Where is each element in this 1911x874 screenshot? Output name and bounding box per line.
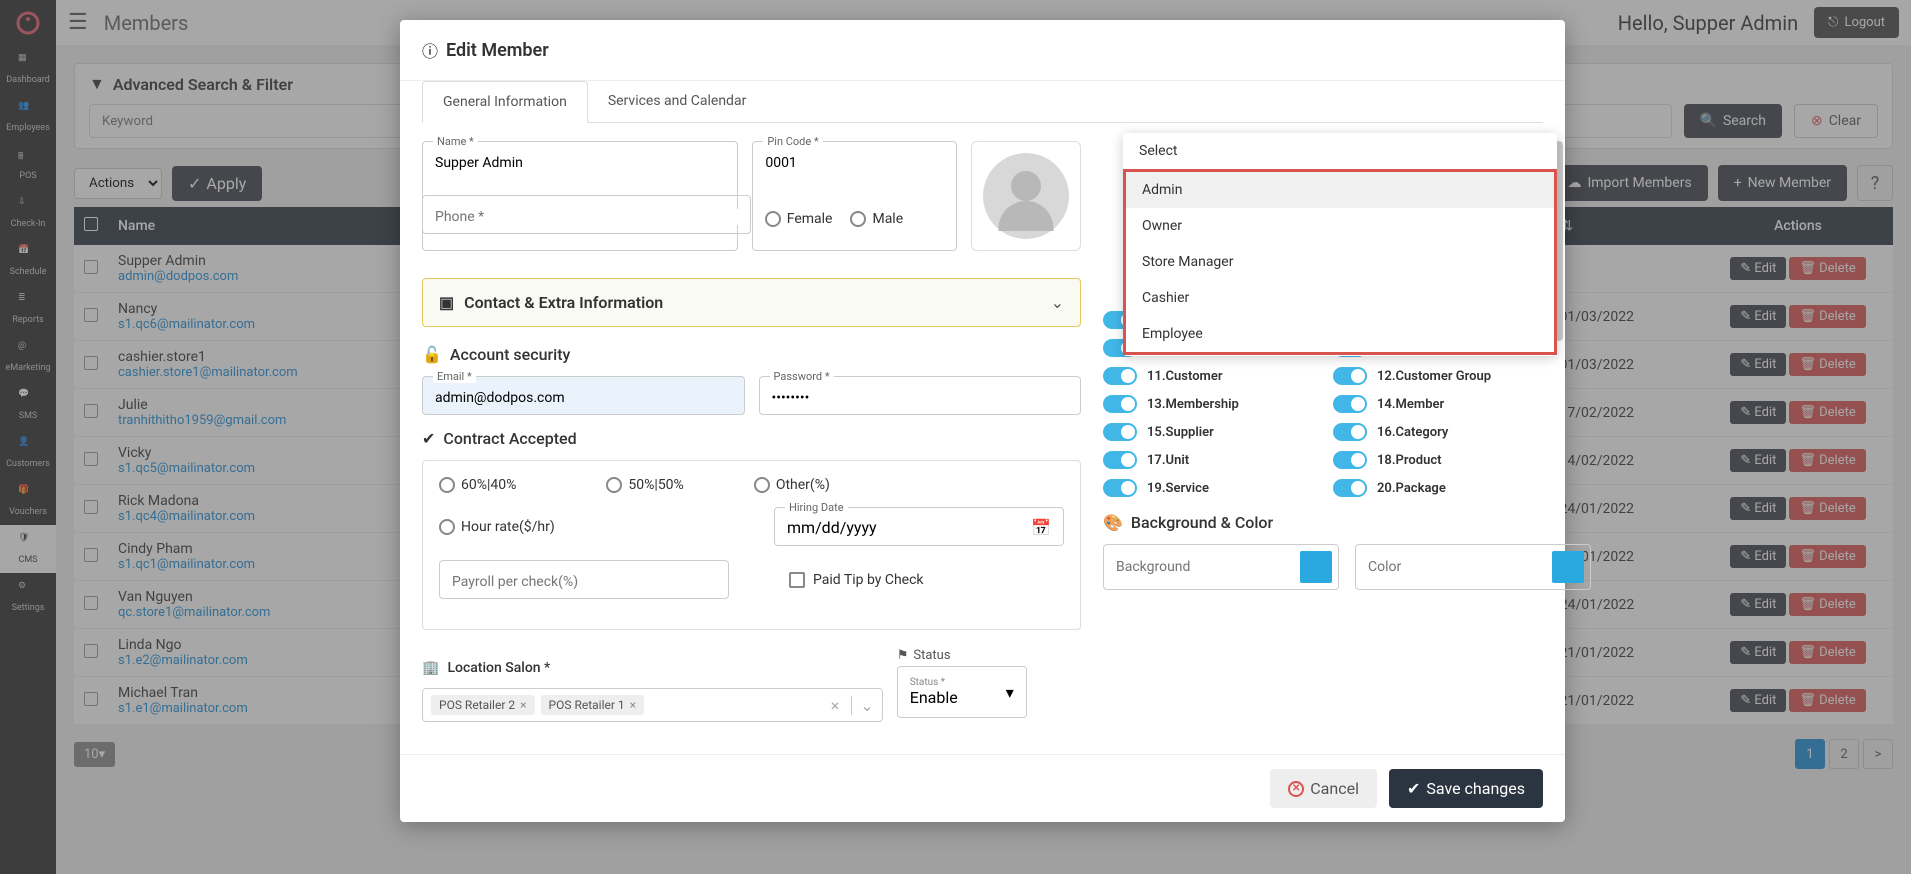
dropdown-option-owner[interactable]: Owner — [1126, 208, 1554, 244]
contract-other[interactable]: Other(%) — [754, 477, 830, 493]
flag-icon: ⚑ — [897, 648, 909, 663]
permission-toggle[interactable]: 15.Supplier — [1103, 423, 1313, 441]
toggle-icon[interactable] — [1103, 451, 1137, 469]
building-icon: 🏢 — [422, 660, 439, 676]
contract-60-40[interactable]: 60%|40% — [439, 477, 516, 493]
phone-input[interactable] — [435, 209, 738, 225]
toggle-icon[interactable] — [1333, 367, 1367, 385]
location-tag[interactable]: POS Retailer 2× — [431, 695, 535, 715]
pin-field[interactable]: Pin Code * — [752, 141, 957, 251]
chevron-down-icon[interactable]: ⌄ — [851, 696, 873, 715]
check-circle-icon: ✔ — [422, 429, 435, 448]
remove-tag-icon[interactable]: × — [520, 698, 526, 712]
permission-toggle[interactable]: 18.Product — [1333, 451, 1543, 469]
avatar-placeholder-icon — [983, 153, 1069, 239]
status-select[interactable]: Status * Enable ▾ — [897, 666, 1027, 718]
chevron-down-icon: ⌄ — [1051, 293, 1064, 312]
toggle-icon[interactable] — [1333, 479, 1367, 497]
info-icon: ⓘ — [422, 38, 438, 62]
pin-input[interactable] — [765, 155, 944, 171]
email-input[interactable] — [435, 390, 732, 406]
paid-tip-checkbox[interactable]: Paid Tip by Check — [789, 572, 924, 588]
password-field[interactable]: Password * — [759, 376, 1082, 415]
contract-heading: ✔Contract Accepted — [422, 429, 1081, 448]
remove-tag-icon[interactable]: × — [630, 698, 636, 712]
toggle-icon[interactable] — [1333, 451, 1367, 469]
status-heading: ⚑Status — [897, 648, 1081, 663]
contract-50-50[interactable]: 50%|50% — [606, 477, 683, 493]
cancel-icon: ✕ — [1288, 781, 1304, 797]
tab-general[interactable]: General Information — [422, 81, 588, 123]
permission-toggle[interactable]: 16.Category — [1333, 423, 1543, 441]
toggle-icon[interactable] — [1103, 479, 1137, 497]
toggle-icon[interactable] — [1333, 395, 1367, 413]
dropdown-option-employee[interactable]: Employee — [1126, 316, 1554, 352]
account-security-heading: 🔓Account security — [422, 345, 1081, 364]
modal-header: ⓘ Edit Member — [400, 20, 1565, 81]
permission-toggle[interactable]: 14.Member — [1333, 395, 1543, 413]
bg-color-heading: 🎨Background & Color — [1103, 513, 1543, 532]
save-button[interactable]: ✔Save changes — [1389, 769, 1543, 808]
color-input[interactable] — [1362, 559, 1552, 575]
location-label: 🏢Location Salon * — [422, 660, 883, 676]
dropdown-arrow-icon: ▾ — [1006, 683, 1014, 702]
location-select[interactable]: POS Retailer 2× POS Retailer 1× × ⌄ — [422, 688, 883, 722]
permission-dropdown: Select Admin Owner Store Manager Cashier… — [1123, 133, 1557, 356]
save-check-icon: ✔ — [1407, 779, 1420, 798]
contact-icon: ▣ — [439, 293, 454, 312]
payroll-input[interactable] — [452, 574, 716, 590]
modal-footer: ✕Cancel ✔Save changes — [400, 754, 1565, 822]
palette-icon: 🎨 — [1103, 513, 1123, 532]
dropdown-option-cashier[interactable]: Cashier — [1126, 280, 1554, 316]
permission-toggle[interactable]: 12.Customer Group — [1333, 367, 1543, 385]
tab-services[interactable]: Services and Calendar — [588, 81, 767, 122]
unlock-icon: 🔓 — [422, 345, 442, 364]
cancel-button[interactable]: ✕Cancel — [1270, 769, 1377, 808]
hiring-date-field[interactable]: Hiring Date mm/dd/yyyy📅 — [774, 507, 1064, 546]
name-input[interactable] — [435, 155, 725, 171]
password-input[interactable] — [772, 390, 1069, 406]
contract-hourly[interactable]: Hour rate($/hr) — [439, 519, 555, 535]
permission-toggle[interactable]: 19.Service — [1103, 479, 1313, 497]
dropdown-option-select[interactable]: Select — [1123, 133, 1557, 169]
toggle-icon[interactable] — [1103, 423, 1137, 441]
toggle-icon[interactable] — [1103, 367, 1137, 385]
contact-section-toggle[interactable]: ▣Contact & Extra Information ⌄ — [422, 278, 1081, 327]
avatar[interactable] — [971, 141, 1081, 251]
toggle-icon[interactable] — [1333, 423, 1367, 441]
background-color-field[interactable] — [1103, 544, 1339, 590]
permission-toggle[interactable]: 17.Unit — [1103, 451, 1313, 469]
clear-all-icon[interactable]: × — [831, 696, 846, 715]
edit-member-modal: ⓘ Edit Member General Information Servic… — [400, 20, 1565, 822]
permission-toggle[interactable]: 11.Customer — [1103, 367, 1313, 385]
dropdown-option-store-manager[interactable]: Store Manager — [1126, 244, 1554, 280]
toggle-icon[interactable] — [1103, 395, 1137, 413]
background-input[interactable] — [1110, 559, 1300, 575]
modal-tabs: General Information Services and Calenda… — [422, 81, 1543, 123]
email-field[interactable]: Email * — [422, 376, 745, 415]
payroll-field[interactable] — [439, 560, 729, 599]
modal-title: Edit Member — [446, 40, 549, 61]
location-tag[interactable]: POS Retailer 1× — [541, 695, 645, 715]
permission-toggle[interactable]: 13.Membership — [1103, 395, 1313, 413]
bg-swatch[interactable] — [1300, 551, 1332, 583]
calendar-icon[interactable]: 📅 — [1031, 518, 1051, 537]
permission-toggle[interactable]: 20.Package — [1333, 479, 1543, 497]
dropdown-option-admin[interactable]: Admin — [1126, 172, 1554, 208]
phone-field[interactable] — [422, 195, 751, 234]
